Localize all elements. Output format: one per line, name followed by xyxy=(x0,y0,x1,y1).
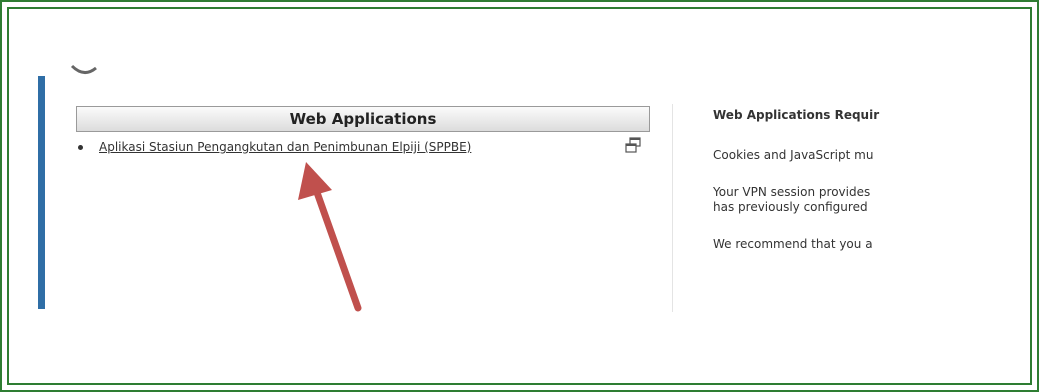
vpn-session-paragraph: Your VPN session provides has previously… xyxy=(713,185,930,215)
sppbe-app-link[interactable]: Aplikasi Stasiun Pengangkutan dan Penimb… xyxy=(99,140,471,154)
paragraph-line: We recommend that you a xyxy=(713,237,873,251)
bullet-icon xyxy=(78,144,83,150)
panel-divider xyxy=(672,104,673,312)
new-window-icon[interactable] xyxy=(624,137,642,155)
requirements-title: Web Applications Requir xyxy=(713,108,880,122)
red-arrow-annotation xyxy=(298,162,362,312)
paragraph-line: has previously configured xyxy=(713,200,868,214)
paragraph-line: Your VPN session provides xyxy=(713,185,871,199)
requirements-panel: Web Applications Requir Cookies and Java… xyxy=(713,108,930,274)
cookies-paragraph: Cookies and JavaScript mu xyxy=(713,148,930,163)
web-applications-header: Web Applications xyxy=(76,106,650,132)
partial-icon-fragment xyxy=(70,64,97,74)
web-app-list-item: Aplikasi Stasiun Pengangkutan dan Penimb… xyxy=(78,140,471,154)
recommendation-paragraph: We recommend that you a xyxy=(713,237,930,252)
paragraph-line: Cookies and JavaScript mu xyxy=(713,148,874,162)
left-accent-bar xyxy=(38,76,45,309)
